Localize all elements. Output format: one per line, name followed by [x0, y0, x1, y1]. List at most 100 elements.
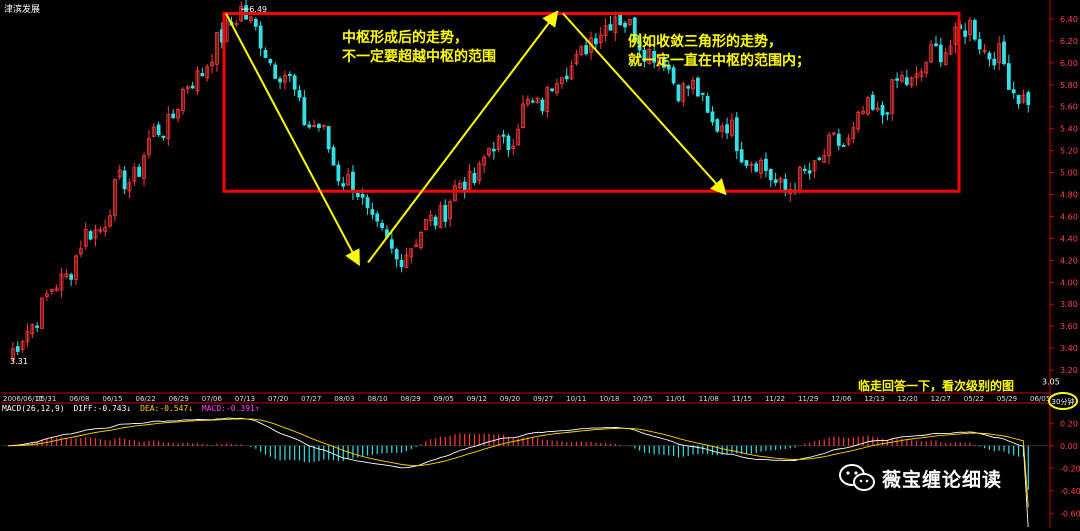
- date-tick-label: 07/13: [235, 395, 255, 403]
- candle-body: [734, 117, 739, 152]
- date-tick-label: 09/20: [500, 395, 520, 403]
- price-tick-label: 6.20: [1060, 37, 1078, 46]
- date-tick-label: 11/29: [798, 395, 818, 403]
- candle-body: [540, 99, 545, 112]
- price-tick-label: 5.80: [1060, 81, 1078, 90]
- price-tick-label: 3.60: [1060, 322, 1078, 331]
- macd-tick-label: -0.60: [1060, 509, 1080, 518]
- candle-body: [992, 58, 997, 66]
- date-tick-label: 12/20: [897, 395, 917, 403]
- candle-body: [355, 192, 360, 198]
- annotation-center-left: 中枢形成后的走势， 不一定要超越中枢的范围: [342, 29, 496, 67]
- candle-body: [987, 52, 992, 60]
- candle-body: [253, 18, 258, 27]
- candle-body: [336, 164, 341, 182]
- macd-tick-label: -0.20: [1060, 464, 1080, 473]
- trend-arrow: [225, 13, 360, 267]
- candle-body: [802, 168, 807, 171]
- price-tick-label: 5.20: [1060, 147, 1078, 156]
- date-tick-label: 09/27: [533, 395, 553, 403]
- chart-canvas: 3.20 3.40 3.60 3.80 4.00 4.20 4.40 4.60 4.80 5.00…: [2, 0, 1080, 530]
- candle-body: [331, 147, 336, 166]
- candle-body: [1002, 41, 1006, 65]
- candle-body: [190, 85, 195, 89]
- candle-body: [710, 111, 715, 123]
- date-tick-label: 05/29: [997, 395, 1017, 403]
- price-tick-label: 4.20: [1060, 256, 1078, 265]
- price-tick-label: 4.40: [1060, 234, 1078, 243]
- candle-body: [501, 134, 506, 137]
- candle-body: [375, 213, 380, 222]
- annotation-line: 例如收敛三角形的走势，: [628, 34, 782, 50]
- annotation-line: 就一定一直在中枢的范围内；: [628, 53, 810, 69]
- candle-body: [564, 75, 569, 80]
- date-tick-label: 12/06: [831, 395, 852, 403]
- low-label: 3.31: [10, 357, 28, 366]
- candle-body: [880, 104, 885, 116]
- candle-body: [258, 25, 263, 49]
- date-tick-label: 06/05: [1030, 395, 1050, 403]
- candle-body: [351, 171, 355, 193]
- macd-tick-label: 0.20: [1060, 419, 1078, 428]
- candle-body: [292, 75, 297, 90]
- date-tick-label: 09/12: [467, 395, 487, 403]
- price-tick-label: 3.40: [1060, 344, 1078, 353]
- candle-body: [506, 135, 511, 151]
- annotation-bottom-right: 临走回答一下，看次级别的图: [858, 379, 1015, 393]
- candle-body: [768, 169, 773, 181]
- macd-tick-label: 0.00: [1060, 442, 1078, 451]
- date-tick-label: 07/06: [202, 395, 223, 403]
- candle-body: [754, 163, 759, 172]
- annotation-line: 中枢形成后的走势，: [342, 30, 468, 46]
- candle-body: [35, 325, 40, 328]
- date-tick-label: 08/03: [334, 395, 354, 403]
- date-tick-label: 10/25: [632, 395, 652, 403]
- date-axis: 2006/06/1105/31 06/08 06/15 06/22 06/29 07/06…: [3, 395, 1050, 403]
- candle-body: [904, 77, 909, 85]
- price-tick-label: 5.60: [1060, 103, 1078, 112]
- price-tick-label: 3.20: [1060, 366, 1078, 375]
- analysis-overlay: 6.493.313.0530分钟: [10, 5, 1078, 410]
- date-tick-label: 06/22: [136, 395, 156, 403]
- candle-body: [278, 78, 282, 83]
- candle-body: [885, 112, 890, 115]
- date-tick-label: 11/08: [699, 395, 719, 403]
- candle-body: [686, 86, 691, 89]
- candle-body: [171, 113, 176, 119]
- date-tick-label: 06/08: [69, 395, 89, 403]
- date-tick-label: 11/22: [765, 395, 785, 403]
- price-tick-label: 6.00: [1060, 59, 1078, 68]
- candle-body: [676, 84, 681, 102]
- candle-body: [156, 124, 161, 136]
- candle-body: [365, 197, 370, 209]
- candle-body: [326, 126, 331, 150]
- candle-body: [370, 209, 375, 215]
- date-tick-label: 07/27: [301, 395, 321, 403]
- candle-body: [15, 346, 20, 352]
- candle-body: [1006, 63, 1011, 90]
- candle-body: [399, 260, 404, 268]
- candle-body: [530, 100, 535, 103]
- candle-body: [1011, 89, 1016, 94]
- candle-body: [764, 158, 768, 171]
- wechat-icon: [839, 464, 875, 491]
- candle-body: [938, 44, 943, 63]
- date-tick-label: 08/10: [367, 395, 387, 403]
- date-tick-label: 11/15: [732, 395, 752, 403]
- date-tick-label: 12/13: [864, 395, 884, 403]
- date-tick-label: 06/29: [169, 395, 189, 403]
- annotation-center-right: 例如收敛三角形的走势， 就一定一直在中枢的范围内；: [628, 33, 810, 71]
- date-tick-label: 12/27: [931, 395, 951, 403]
- candle-body: [550, 88, 555, 92]
- chart-frame: [2, 0, 1051, 527]
- candle-body: [433, 216, 438, 226]
- candle-body: [623, 22, 627, 28]
- price-tick-label: 4.00: [1060, 278, 1078, 287]
- period-badge-label: 30分钟: [1052, 397, 1075, 406]
- candle-body: [161, 135, 166, 139]
- candle-body: [443, 205, 448, 222]
- candle-body: [773, 179, 778, 183]
- chart-stage: 3.20 3.40 3.60 3.80 4.00 4.20 4.40 4.60 4.80 5.00…: [0, 0, 1080, 530]
- date-tick-label: 08/29: [401, 395, 421, 403]
- date-tick-label: 11/01: [666, 395, 686, 403]
